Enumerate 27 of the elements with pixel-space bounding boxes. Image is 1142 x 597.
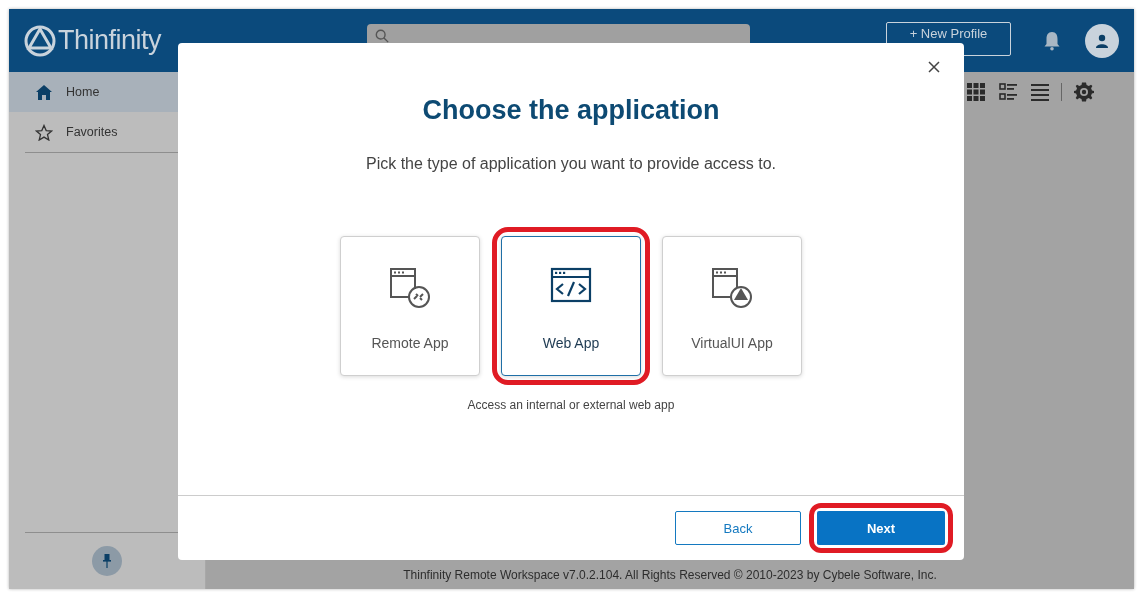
detail-view-icon[interactable] xyxy=(999,83,1017,101)
app-option-card[interactable]: VirtualUI App xyxy=(662,236,802,376)
logo-text: Thinfinity xyxy=(58,25,162,56)
app-option-card[interactable]: Web App xyxy=(501,236,641,376)
grid-view-icon[interactable] xyxy=(967,83,985,101)
sidebar-item[interactable]: Favorites xyxy=(9,112,205,152)
footer-text: Thinfinity Remote Workspace v7.0.2.104. All Rights Reserved © 2010-2023 by Cybele Software, Inc. xyxy=(402,568,938,584)
close-icon xyxy=(928,61,940,73)
option-description: Access an internal or external web app xyxy=(467,398,675,412)
remote-app-icon xyxy=(389,267,431,309)
next-button[interactable]: Next xyxy=(817,511,945,545)
settings-icon[interactable] xyxy=(1074,82,1094,102)
search-icon xyxy=(375,28,389,43)
user-icon xyxy=(1095,33,1109,48)
pin-button[interactable] xyxy=(92,546,122,576)
app-option-card[interactable]: Remote App xyxy=(340,236,480,376)
star-icon xyxy=(35,123,53,141)
home-icon xyxy=(35,83,53,101)
pin-icon xyxy=(103,554,111,568)
dialog-title: Choose the application xyxy=(422,95,720,126)
virtualui-app-icon xyxy=(711,267,753,309)
bell-icon xyxy=(1043,30,1061,51)
avatar[interactable] xyxy=(1085,23,1119,58)
back-button[interactable]: Back xyxy=(675,511,801,545)
dialog-subtitle: Pick the type of application you want to provide access to. xyxy=(366,155,776,173)
list-view-icon[interactable] xyxy=(1031,83,1049,101)
logo-icon xyxy=(23,23,57,58)
